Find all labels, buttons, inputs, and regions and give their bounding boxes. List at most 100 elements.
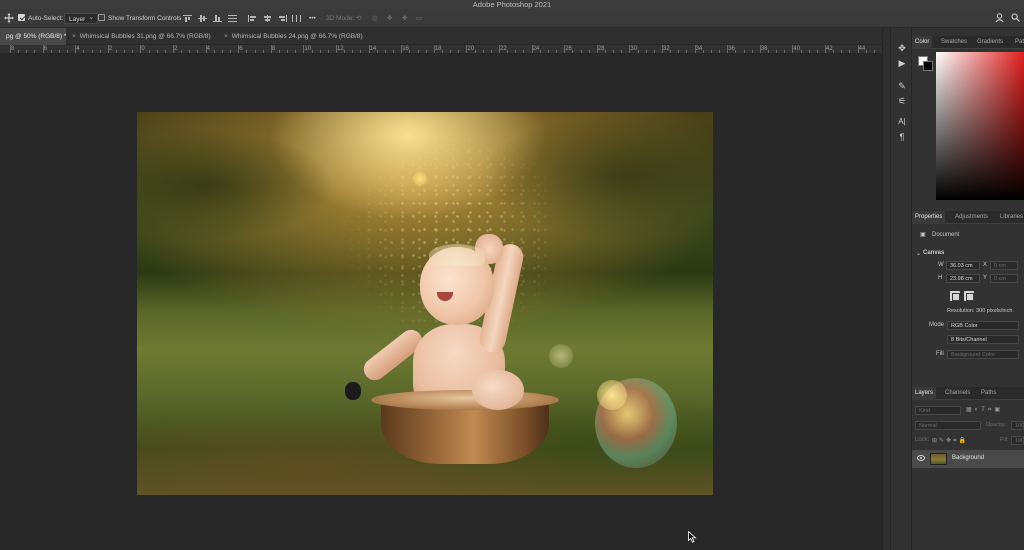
tab-close-icon[interactable]: × [224,33,228,40]
3d-orbit-icon[interactable]: ⟲ [356,13,361,24]
background-color-swatch[interactable] [923,61,933,71]
ruler-tick [849,50,851,53]
ruler-tick [784,50,786,53]
ruler-tick [743,50,745,53]
distribute-icon[interactable] [228,15,237,22]
layer-fill-field[interactable]: 100% [1011,436,1024,445]
layer-filter-icons[interactable]: ▦◐T⌗▣ [966,406,1003,414]
canvas-section-title: Canvas [923,250,945,256]
ruler-tick [221,50,223,53]
brush-settings-icon[interactable]: ✎ [896,80,908,92]
paragraph-icon[interactable]: ¶ [896,131,908,143]
align-right-icon[interactable] [278,15,287,22]
tab-whimsical-bubbles-24[interactable]: × Whimsical Bubbles 24.png @ 66.7% (RGB/8… [218,28,370,45]
color-picker-field[interactable] [936,52,1024,200]
ruler-tick [230,50,232,53]
fill-dropdown[interactable]: Background Color [947,350,1019,359]
more-options-button[interactable]: ••• [309,13,316,24]
baby-hair [429,244,485,266]
color-panel-tabs: Color Swatches Gradients Patt [912,36,1024,49]
3d-pan-icon[interactable]: ✥ [387,13,392,24]
ruler-tick [670,50,672,53]
adjust-icon[interactable]: ⚟ [896,95,908,107]
ruler-tick [857,45,859,53]
ruler-tick [800,50,802,53]
layer-row-background[interactable]: Background [912,450,1024,468]
blend-mode-dropdown[interactable]: Normal [915,421,981,430]
tab-document-active[interactable]: pg @ 50% (RGB/8) * [0,28,66,45]
tab-channels[interactable]: Channels [942,387,973,400]
sun-glow [413,172,427,186]
show-transform-controls-checkbox[interactable]: Show Transform Controls [98,13,181,24]
landscape-orientation-icon[interactable] [964,291,974,301]
history-brush-icon[interactable]: ✥ [896,42,908,54]
character-icon[interactable]: A| [896,116,908,128]
ruler-tick [613,50,615,53]
width-field[interactable]: 36.03 cm [946,261,980,270]
align-bottom-icon[interactable] [213,15,222,22]
search-icon[interactable] [1011,13,1020,24]
ruler-tick [556,50,558,53]
align-left-icon[interactable] [248,15,257,22]
auto-select-label: Auto-Select: [28,15,64,22]
ruler-tick [262,50,264,53]
auto-select-target-dropdown[interactable]: Layer [64,12,99,24]
ruler-tick-label: 26 [565,46,572,52]
align-top-icon[interactable] [183,15,192,22]
portrait-orientation-icon[interactable] [950,291,960,301]
tab-color[interactable]: Color [912,36,933,49]
resolution-readout: Resolution: 300 pixels/inch [947,308,1013,314]
more-options-label: ••• [309,15,316,22]
ruler-tick [156,50,158,53]
canvas-chevron-icon[interactable]: ⌄ [916,250,921,257]
tab-paths[interactable]: Paths [978,387,999,400]
ruler-tick [34,50,36,53]
user-icon[interactable] [995,13,1004,24]
move-tool-options-icon[interactable] [4,13,14,24]
ruler-tick [637,50,639,53]
align-hcenter-icon[interactable] [263,15,272,22]
tab-properties[interactable]: Properties [912,211,946,224]
ruler-tick-label: 36 [728,46,735,52]
tab-adjustments[interactable]: Adjustments [952,211,991,224]
tab-layers[interactable]: Layers [912,387,937,400]
tab-libraries[interactable]: Libraries [997,211,1024,224]
tab-whimsical-bubbles-31[interactable]: × Whimsical Bubbles 31.png @ 66.7% (RGB/8… [66,28,218,45]
lens-flare-core [597,380,627,410]
bit-depth-dropdown[interactable]: 8 Bits/Channel [947,335,1019,344]
ruler-tick [213,50,215,53]
play-actions-icon[interactable]: ▶ [896,57,908,69]
y-field[interactable]: 0 cm [990,274,1018,283]
lock-icons[interactable]: ⊞✎✥⌗🔒 [932,437,968,445]
tab-close-icon[interactable]: × [72,33,76,40]
tab-gradients[interactable]: Gradients [974,36,1006,49]
window-title: Adobe Photoshop 2021 [472,0,552,9]
ruler-tick [580,50,582,53]
ruler-tick [458,50,460,53]
x-field[interactable]: 0 cm [990,261,1018,270]
ruler-tick [238,45,240,53]
ruler-tick [702,50,704,53]
3d-roll-icon[interactable]: ◎ [372,13,378,24]
3d-scale-icon[interactable]: ▭ [416,13,422,24]
horizontal-ruler[interactable]: 8 6 4 2 0 2 4 6 8 10 12 14 16 18 20 22 24 26 28 30 32 34 36 38 4… [0,45,882,54]
vertical-scrollbar[interactable] [882,28,890,550]
panel-tool-strip: ✥ ▶ ✎ ⚟ A| ¶ [890,28,912,550]
3d-slide-icon[interactable]: ✥ [402,13,407,24]
distribute-horizontal-icon[interactable] [292,15,301,22]
opacity-field[interactable]: 100% [1011,421,1024,430]
ruler-tick [515,50,517,53]
ruler-tick [270,45,272,53]
tab-swatches[interactable]: Swatches [938,36,970,49]
height-field[interactable]: 23.98 cm [946,274,980,283]
auto-select-checkbox[interactable]: Auto-Select: [18,13,63,24]
ruler-tick [825,45,826,53]
align-vcenter-icon[interactable] [198,15,207,22]
ruler-tick-label: 30 [630,46,638,52]
visibility-eye-icon[interactable] [917,455,925,461]
ruler-tick [490,50,492,53]
layer-kind-filter[interactable]: Kind [915,406,961,415]
tab-patterns[interactable]: Patt [1012,36,1024,49]
document-image[interactable] [137,112,713,495]
mode-dropdown[interactable]: RGB Color [947,321,1019,330]
